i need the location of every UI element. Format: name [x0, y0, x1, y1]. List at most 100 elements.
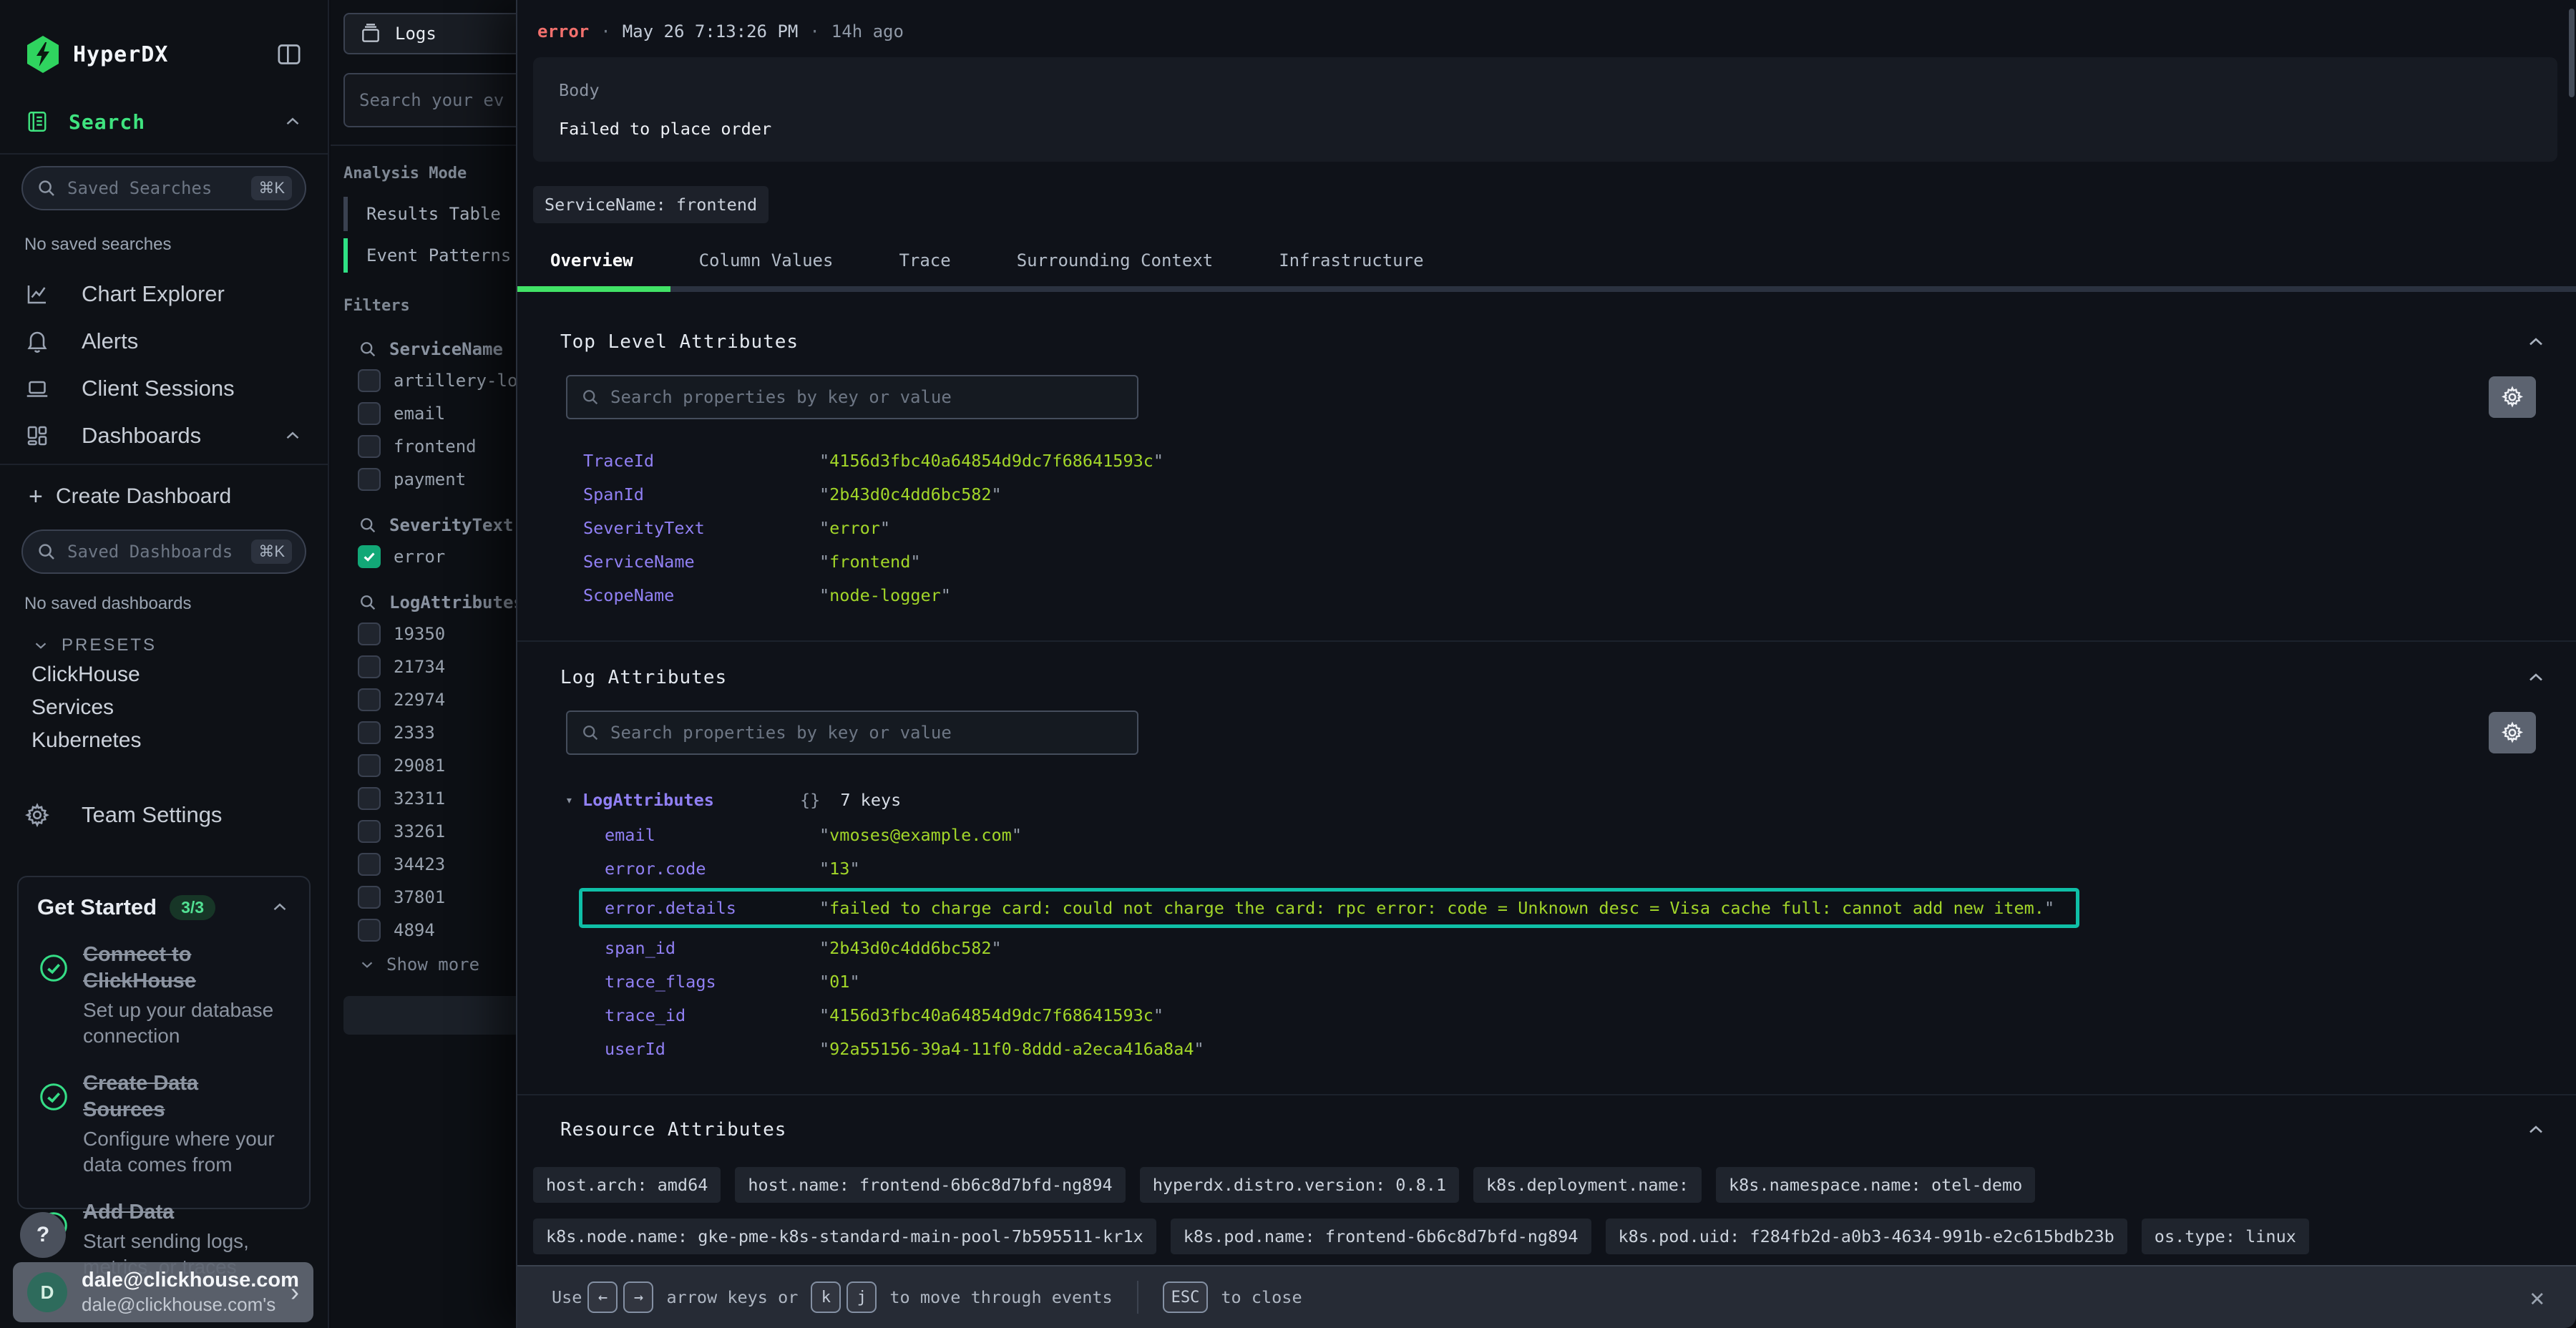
tab-surrounding-context[interactable]: Surrounding Context — [1017, 250, 1214, 286]
sidebar-item-dashboards[interactable]: Dashboards — [0, 412, 328, 459]
filter-option[interactable]: frontend — [358, 435, 517, 458]
drawer-scrollbar-thumb[interactable] — [2569, 9, 2575, 97]
checkbox[interactable] — [358, 369, 381, 392]
preset-services[interactable]: Services — [0, 691, 328, 724]
attribute-value[interactable]: 4156d3fbc40a64854d9dc7f68641593c — [819, 1005, 1163, 1025]
filter-option[interactable]: artillery-loa — [358, 369, 517, 392]
resource-attribute-chip[interactable]: k8s.deployment.name: — [1473, 1167, 1702, 1203]
filter-option[interactable]: error — [358, 545, 517, 568]
tab-trace[interactable]: Trace — [899, 250, 950, 286]
attribute-value[interactable]: error — [819, 518, 890, 538]
checkbox[interactable] — [358, 468, 381, 491]
attribute-value[interactable]: node-logger — [819, 585, 951, 605]
filter-option[interactable]: 2333 — [358, 721, 517, 744]
attribute-value[interactable]: 01 — [819, 972, 860, 992]
checkbox[interactable] — [358, 655, 381, 678]
attribute-value[interactable]: 4156d3fbc40a64854d9dc7f68641593c — [819, 451, 1163, 471]
attribute-key[interactable]: ServiceName — [583, 552, 819, 572]
preset-clickhouse[interactable]: ClickHouse — [0, 658, 328, 691]
attribute-key[interactable]: SpanId — [583, 484, 819, 504]
filter-option[interactable]: email — [358, 402, 517, 425]
sidebar-section-search[interactable]: Search — [0, 103, 328, 140]
help-button[interactable]: ? — [20, 1212, 66, 1258]
mode-event-patterns[interactable]: Event Patterns — [343, 238, 517, 273]
servicename-tag-chip[interactable]: ServiceName: frontend — [533, 186, 769, 223]
highlighted-attribute-row[interactable]: error.details failed to charge card: cou… — [579, 888, 2079, 928]
create-dashboard-button[interactable]: + Create Dashboard — [0, 475, 328, 518]
filter-option[interactable]: 37801 — [358, 886, 517, 909]
tab-infrastructure[interactable]: Infrastructure — [1279, 250, 1423, 286]
mode-results-table[interactable]: Results Table — [343, 197, 517, 231]
checkbox[interactable] — [358, 622, 381, 645]
resource-attribute-chip[interactable]: os.type: linux — [2142, 1219, 2309, 1254]
filter-option[interactable]: 4894 — [358, 919, 517, 942]
checkbox[interactable] — [358, 919, 381, 942]
attribute-key[interactable]: trace_flags — [605, 972, 819, 992]
saved-dashboards-input[interactable] — [67, 542, 251, 562]
sidebar-item-team-settings[interactable]: Team Settings — [0, 791, 328, 839]
resource-attribute-chip[interactable]: host.arch: amd64 — [533, 1167, 721, 1203]
checkbox[interactable] — [358, 435, 381, 458]
attribute-key[interactable]: error.code — [605, 859, 819, 879]
filter-group-logattributes[interactable]: LogAttributes — [358, 592, 517, 612]
attribute-value[interactable]: failed to charge card: could not charge … — [819, 898, 2054, 918]
source-select[interactable]: Logs — [343, 13, 517, 54]
resource-attribute-chip[interactable]: hyperdx.distro.version: 0.8.1 — [1140, 1167, 1459, 1203]
show-more-toggle[interactable]: Show more — [358, 954, 517, 975]
top-level-search-input[interactable] — [610, 387, 1124, 407]
filter-option[interactable]: 29081 — [358, 754, 517, 777]
top-level-search-box[interactable] — [566, 375, 1138, 419]
checkbox[interactable] — [358, 787, 381, 810]
tab-column-values[interactable]: Column Values — [699, 250, 834, 286]
attribute-key[interactable]: userId — [605, 1039, 819, 1059]
resource-attribute-chip[interactable]: k8s.node.name: gke-pme-k8s-standard-main… — [533, 1219, 1156, 1254]
sidebar-item-client-sessions[interactable]: Client Sessions — [0, 365, 328, 412]
resource-attribute-chip[interactable]: k8s.pod.name: frontend-6b6c8d7bfd-ng894 — [1171, 1219, 1591, 1254]
caret-down-icon[interactable]: ▾ — [565, 793, 582, 808]
event-search-box[interactable] — [343, 73, 517, 127]
presets-toggle[interactable]: PRESETS — [0, 633, 328, 658]
attribute-key[interactable]: SeverityText — [583, 518, 819, 538]
checkbox[interactable] — [358, 688, 381, 711]
attribute-value[interactable]: frontend — [819, 552, 921, 572]
get-started-item[interactable]: Create Data Sources Configure where your… — [37, 1070, 291, 1178]
resource-attribute-chip[interactable]: host.name: frontend-6b6c8d7bfd-ng894 — [735, 1167, 1125, 1203]
sidebar-collapse-icon[interactable] — [275, 40, 303, 69]
collapse-section-icon[interactable] — [2524, 1118, 2547, 1141]
filter-option[interactable]: 21734 — [358, 655, 517, 678]
filter-option[interactable]: 34423 — [358, 853, 517, 876]
sidebar-item-chart-explorer[interactable]: Chart Explorer — [0, 270, 328, 318]
filter-option[interactable]: 33261 — [358, 820, 517, 843]
filter-option[interactable]: 22974 — [358, 688, 517, 711]
attribute-value[interactable]: 92a55156-39a4-11f0-8ddd-a2eca416a8a4 — [819, 1039, 1204, 1059]
tab-overview[interactable]: Overview — [550, 250, 633, 286]
saved-searches-search[interactable]: ⌘K — [21, 166, 306, 210]
filter-option[interactable]: 19350 — [358, 622, 517, 645]
attribute-key[interactable]: TraceId — [583, 451, 819, 471]
filter-option[interactable]: 32311 — [358, 787, 517, 810]
filter-group-servicename[interactable]: ServiceName — [358, 339, 517, 359]
checkbox[interactable] — [358, 886, 381, 909]
resource-attribute-chip[interactable]: k8s.namespace.name: otel-demo — [1716, 1167, 2035, 1203]
chevron-up-icon[interactable] — [269, 897, 291, 918]
saved-searches-input[interactable] — [67, 178, 251, 198]
checkbox-checked[interactable] — [358, 545, 381, 568]
collapse-section-icon[interactable] — [2524, 666, 2547, 689]
close-icon[interactable]: ✕ — [2530, 1284, 2545, 1312]
checkbox[interactable] — [358, 820, 381, 843]
attribute-value[interactable]: 13 — [819, 859, 860, 879]
attribute-key[interactable]: trace_id — [605, 1005, 819, 1025]
resource-attribute-chip[interactable]: k8s.pod.uid: f284fb2d-a0b3-4634-991b-e2c… — [1606, 1219, 2127, 1254]
saved-dashboards-search[interactable]: ⌘K — [21, 529, 306, 574]
less-filters-button[interactable]: Less filters — [343, 996, 517, 1035]
checkbox[interactable] — [358, 402, 381, 425]
checkbox[interactable] — [358, 721, 381, 744]
tree-root-row[interactable]: ▾ LogAttributes {} 7 keys — [517, 782, 2576, 818]
get-started-item[interactable]: Connect to ClickHouse Set up your databa… — [37, 942, 291, 1049]
attribute-value[interactable]: 2b43d0c4dd6bc582 — [819, 938, 1002, 958]
attribute-key[interactable]: error.details — [605, 898, 819, 918]
collapse-section-icon[interactable] — [2524, 331, 2547, 353]
attribute-value[interactable]: 2b43d0c4dd6bc582 — [819, 484, 1002, 504]
attribute-key[interactable]: email — [605, 825, 819, 845]
attribute-key[interactable]: ScopeName — [583, 585, 819, 605]
